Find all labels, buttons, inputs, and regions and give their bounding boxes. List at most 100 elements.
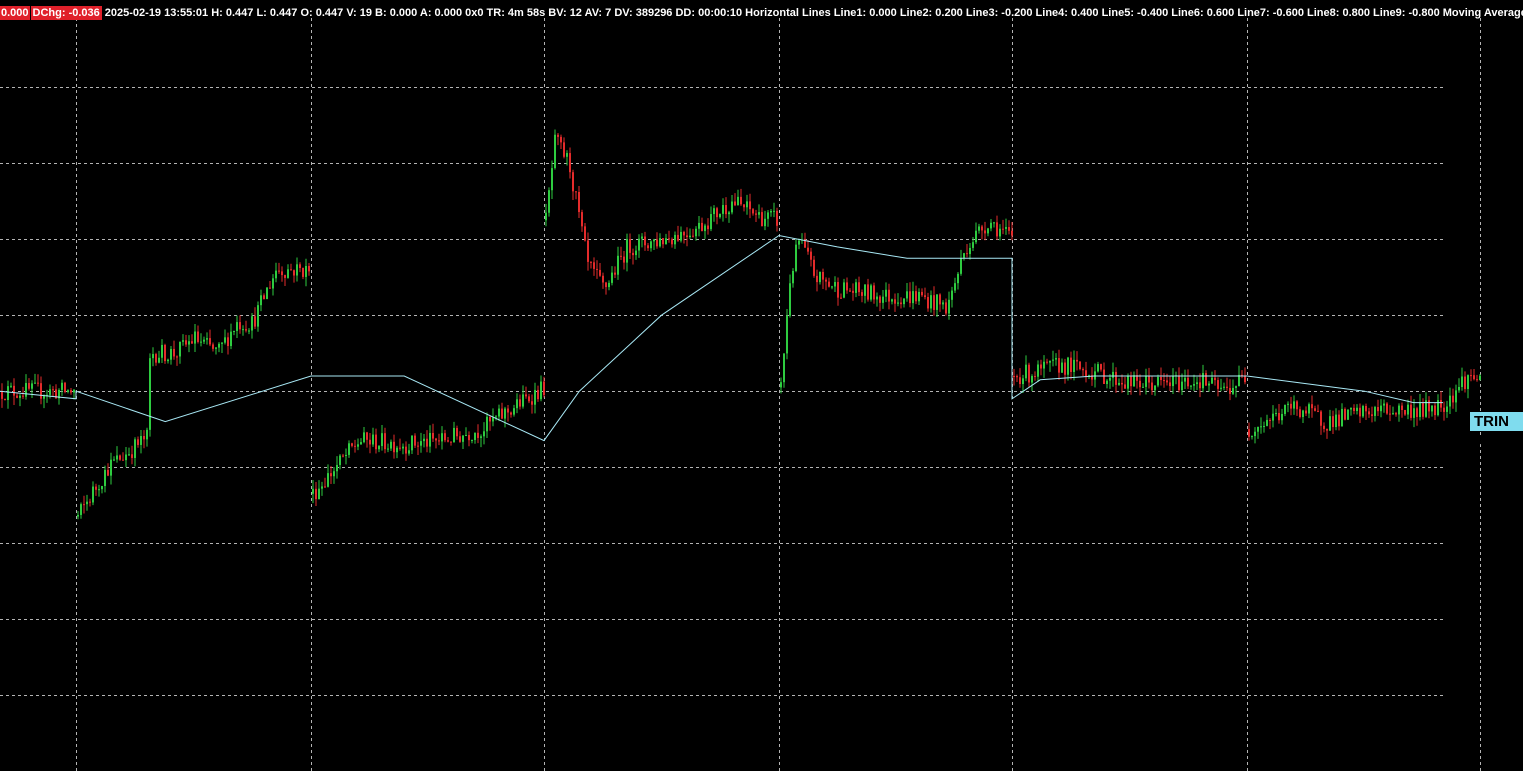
candle-body	[990, 222, 992, 229]
candle-body	[1470, 375, 1472, 377]
candle-body	[70, 390, 72, 393]
candle-body	[1199, 382, 1201, 389]
candle-body	[1434, 405, 1436, 416]
candle-body	[321, 486, 323, 489]
candle-body	[882, 296, 884, 303]
candle-body	[224, 337, 226, 343]
candle-body	[930, 295, 932, 309]
candle-body	[435, 438, 437, 441]
candle-body	[281, 271, 283, 276]
candle-body	[1025, 364, 1027, 379]
candle-body	[543, 381, 545, 396]
candle-body	[80, 504, 82, 515]
candle-body	[537, 389, 539, 400]
candle-body	[1326, 428, 1328, 431]
candle-body	[73, 389, 75, 393]
candle-body	[1211, 377, 1213, 384]
candle-body	[504, 408, 506, 419]
candle-body	[1082, 369, 1084, 371]
candle-body	[1440, 400, 1442, 408]
candle-body	[1187, 377, 1189, 387]
candle-body	[575, 191, 577, 193]
candle-body	[1145, 376, 1147, 387]
candle-body	[290, 269, 292, 271]
candle-body	[1383, 403, 1385, 406]
candle-body	[64, 382, 66, 392]
candle-body	[411, 435, 413, 451]
candle-body	[912, 291, 914, 304]
candle-body	[978, 226, 980, 231]
candle-body	[1299, 409, 1301, 418]
candle-body	[390, 441, 392, 449]
candle-body	[1154, 385, 1156, 391]
candle-body	[456, 427, 458, 437]
candle-body	[49, 389, 51, 395]
candle-body	[149, 358, 151, 430]
candle-body	[837, 282, 839, 298]
candle-body	[296, 264, 298, 276]
candle-body	[764, 218, 766, 227]
candle-body	[551, 168, 553, 191]
candle-body	[239, 322, 241, 330]
candle-body	[1461, 376, 1463, 387]
candle-body	[1067, 357, 1069, 375]
candle-body	[128, 454, 130, 456]
candle-body	[1196, 382, 1198, 385]
candle-body	[810, 251, 812, 260]
candle-body	[891, 299, 893, 302]
daily-change-badge: DChg: -0.036	[30, 6, 102, 20]
candle-body	[909, 291, 911, 304]
candle-body	[351, 443, 353, 446]
candle-body	[957, 273, 959, 284]
candle-body	[599, 269, 601, 276]
chart-header: 0.000 DChg: -0.036 2025-02-19 13:55:01 H: …	[0, 6, 1523, 20]
candle-body	[1413, 408, 1415, 418]
candle-body	[4, 398, 6, 401]
candle-body	[1272, 413, 1274, 421]
candle-body	[170, 348, 172, 360]
candle-body	[1070, 357, 1072, 372]
candle-body	[758, 212, 760, 215]
candle-body	[855, 282, 857, 293]
candle-body	[1028, 364, 1030, 383]
candle-body	[746, 201, 748, 208]
candle-body	[948, 299, 950, 314]
candle-body	[581, 212, 583, 227]
candle-body	[7, 386, 9, 401]
candle-body	[828, 281, 830, 287]
candle-body	[1220, 387, 1222, 389]
chart-info-text: 2025-02-19 13:55:01 H: 0.447 L: 0.447 O:…	[104, 7, 1523, 19]
price-chart[interactable]	[0, 0, 1523, 771]
candle-body	[462, 435, 464, 442]
candle-body	[1377, 407, 1379, 412]
candle-body	[399, 447, 401, 449]
candle-body	[743, 204, 745, 208]
candle-body	[1266, 419, 1268, 426]
candle-body	[302, 268, 304, 277]
candle-body	[1404, 409, 1406, 415]
candle-body	[1229, 387, 1231, 394]
candle-body	[1160, 376, 1162, 381]
candle-body	[375, 434, 377, 450]
candle-body	[287, 269, 289, 278]
candle-body	[191, 341, 193, 344]
candle-body	[34, 382, 36, 384]
candle-body	[945, 302, 947, 314]
candle-body	[1248, 429, 1250, 437]
candle-body	[164, 344, 166, 362]
candle-body	[155, 354, 157, 363]
candle-body	[188, 341, 190, 345]
candle-body	[275, 270, 277, 279]
candle-body	[647, 245, 649, 249]
candle-body	[590, 261, 592, 263]
candle-body	[1305, 410, 1307, 414]
candle-body	[1368, 411, 1370, 415]
candle-body	[1112, 371, 1114, 378]
candle-body	[134, 439, 136, 458]
candle-body	[951, 290, 953, 300]
chart-grid	[0, 18, 1481, 771]
candle-body	[1205, 373, 1207, 386]
candle-body	[972, 242, 974, 248]
candle-body	[1365, 406, 1367, 412]
candle-body	[987, 228, 989, 234]
